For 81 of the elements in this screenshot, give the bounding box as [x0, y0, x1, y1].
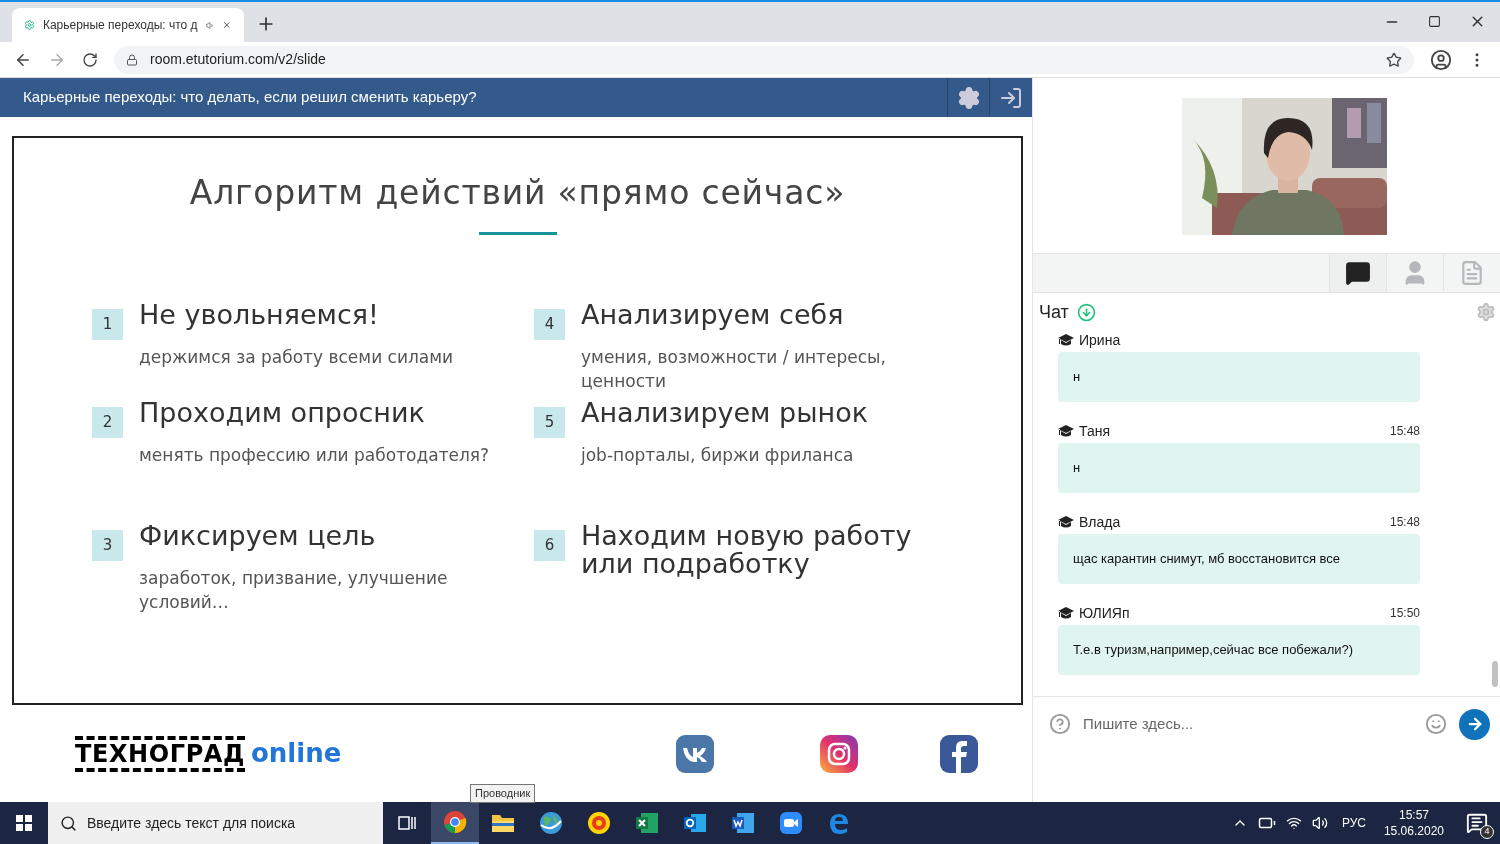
folder-icon	[491, 812, 515, 834]
chrome-icon	[443, 810, 467, 834]
taskbar-search-field[interactable]: Введите здесь текст для поиска	[48, 802, 383, 844]
message-time: 15:48	[1389, 514, 1420, 531]
author-name: Влада	[1079, 512, 1121, 532]
step-number: 3	[92, 529, 123, 561]
facebook-icon[interactable]	[940, 734, 978, 773]
clock-date: 15.06.2020	[1383, 823, 1444, 839]
step-title: Анализируем рынок	[581, 398, 868, 427]
spreadsheet-icon	[635, 811, 659, 835]
tooltip: Проводник	[470, 784, 536, 803]
profile-icon[interactable]	[1430, 48, 1452, 71]
step-title: Находим новую работу или подработку	[581, 521, 913, 578]
step-subtitle: job-порталы, биржи фриланса	[581, 443, 855, 467]
browser-e-icon	[827, 811, 851, 835]
lock-icon	[126, 53, 138, 66]
graduation-cap-icon	[1058, 334, 1074, 346]
scrollbar-thumb[interactable]	[1492, 661, 1498, 687]
author-name: Ирина	[1079, 331, 1121, 350]
instagram-icon[interactable]	[820, 734, 858, 773]
help-icon[interactable]	[1049, 713, 1071, 735]
message-time: 15:48	[1389, 423, 1420, 440]
message-bubble: щас карантин снимут, мб восстановится все	[1058, 534, 1420, 584]
browser-tab[interactable]: Карьерные переходы: что д	[12, 8, 244, 42]
site-logo-icon	[24, 17, 35, 33]
notification-count: 4	[1480, 825, 1494, 839]
globe-icon	[539, 811, 563, 835]
graduation-cap-icon	[1058, 516, 1074, 528]
message-time: 15:50	[1389, 605, 1420, 622]
search-icon	[60, 814, 77, 832]
bookmark-star-icon[interactable]	[1386, 51, 1402, 68]
vk-icon[interactable]	[676, 734, 714, 773]
ring-icon	[587, 811, 611, 835]
volume-icon[interactable]	[1311, 815, 1328, 831]
step-title: Фиксируем цель	[139, 521, 377, 550]
chat-title: Чат	[1039, 300, 1069, 324]
chat-icon	[1345, 260, 1371, 286]
message-bubble: н	[1058, 443, 1420, 493]
graduation-cap-icon	[1058, 607, 1074, 619]
url-text: room.etutorium.com/v2/slide	[150, 50, 326, 69]
search-placeholder: Введите здесь текст для поиска	[87, 813, 296, 833]
document-icon	[1459, 260, 1485, 286]
reload-icon[interactable]	[82, 51, 98, 68]
wifi-icon[interactable]	[1285, 815, 1302, 831]
tab-title: Карьерные переходы: что д	[42, 17, 198, 34]
notifications-icon[interactable]	[1466, 812, 1488, 834]
step-number: 1	[92, 308, 123, 340]
message-bubble: Т.е.в туризм,например,сейчас все побежали?)	[1058, 625, 1420, 675]
graduation-cap-icon	[1058, 425, 1074, 437]
logo: ТЕХНОГРАД online	[75, 734, 676, 773]
author-name: Таня	[1079, 421, 1111, 441]
windows-start-icon[interactable]	[16, 815, 32, 831]
send-button[interactable]	[1459, 708, 1490, 740]
task-view-icon[interactable]	[398, 815, 416, 831]
author-name: ЮЛИЯп	[1079, 603, 1130, 623]
message-input[interactable]: Пишите здесь...	[1083, 712, 1413, 736]
step-number: 6	[534, 529, 565, 561]
address-bar[interactable]: room.etutorium.com/v2/slide	[114, 45, 1414, 74]
step-number: 4	[534, 308, 565, 340]
slide-title: Алгоритм действий «прямо сейчас»	[189, 172, 846, 214]
language-indicator[interactable]: РУС	[1341, 814, 1366, 832]
video-camera-icon	[779, 811, 803, 835]
settings-icon	[956, 85, 981, 110]
header-title: Карьерные переходы: что делать, если решил сменить карьеру?	[23, 87, 478, 108]
mail-app-icon	[683, 811, 707, 835]
step-title: Анализируем себя	[581, 300, 845, 329]
document-app-icon	[731, 811, 755, 835]
step-title: Проходим опросник	[139, 398, 426, 427]
emoji-icon[interactable]	[1425, 713, 1447, 735]
step-number: 5	[534, 406, 565, 438]
step-subtitle: менять профессию или работодателя?	[139, 443, 490, 467]
exit-icon	[998, 85, 1023, 110]
panel-tab[interactable]	[1329, 254, 1386, 292]
message-bubble: н	[1058, 352, 1420, 402]
step-subtitle: держимся за работу всеми силами	[139, 345, 454, 369]
maximize-icon[interactable]	[1428, 15, 1441, 28]
clock-time: 15:57	[1398, 807, 1429, 823]
step-title: Не увольняемся!	[139, 300, 380, 329]
step-subtitle: заработок, призвание, улучшение условий…	[139, 566, 449, 614]
step-number: 2	[92, 406, 123, 438]
step-subtitle: умения, возможности / интересы, ценности	[581, 345, 887, 393]
